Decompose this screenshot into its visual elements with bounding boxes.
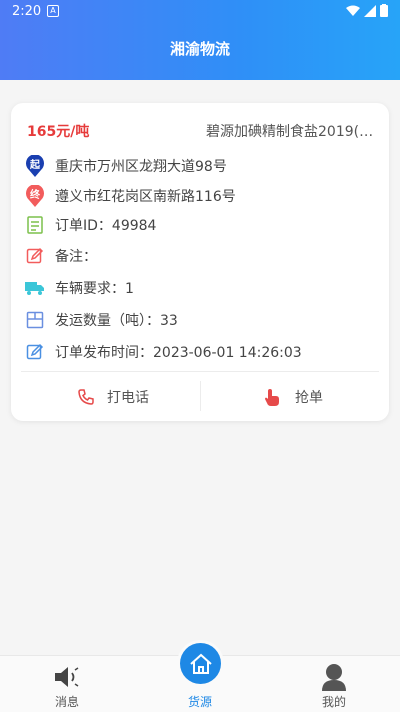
signal-icon <box>364 4 376 17</box>
edit-note-icon <box>25 342 45 362</box>
grab-order-button[interactable]: 抢单 <box>263 385 323 409</box>
phone-icon <box>78 389 94 405</box>
edit-icon <box>25 246 45 266</box>
shipping-quantity: 发运数量（吨）：33 <box>55 313 178 329</box>
card-divider <box>21 371 379 372</box>
call-button[interactable]: 打电话 <box>77 385 149 409</box>
nav-mine[interactable]: 我的 <box>294 656 374 712</box>
vehicle-row: 车辆要求：1 <box>25 276 134 300</box>
action-divider <box>200 381 201 411</box>
nav-mine-label: 我的 <box>321 695 346 709</box>
nav-messages-label: 消息 <box>54 695 79 709</box>
wifi-icon <box>346 5 360 16</box>
user-icon <box>322 664 346 691</box>
home-icon-circle <box>180 643 221 684</box>
tap-icon <box>265 389 279 406</box>
remark: 备注： <box>55 249 97 265</box>
origin-pin-icon: 起 <box>25 155 45 177</box>
destination-row: 终 遵义市红花岗区南新路116号 <box>25 184 236 208</box>
origin-row: 起 重庆市万州区龙翔大道98号 <box>25 154 227 178</box>
home-icon <box>189 653 212 674</box>
publish-time-row: 订单发布时间：2023-06-01 14:26:03 <box>25 340 302 364</box>
order-card[interactable]: 165元/吨 碧源加碘精制食盐2019(… 起 重庆市万州区龙翔大道98号 终 … <box>11 103 389 421</box>
speaker-icon <box>55 667 79 687</box>
publish-time: 订单发布时间：2023-06-01 14:26:03 <box>55 345 302 361</box>
nav-messages[interactable]: 消息 <box>27 656 107 712</box>
page-title: 湘渝物流 <box>169 40 230 58</box>
destination-pin-icon: 终 <box>25 185 45 207</box>
call-label: 打电话 <box>107 390 149 406</box>
remark-row: 备注： <box>25 244 97 268</box>
svg-text:起: 起 <box>29 158 41 171</box>
quantity-row: 发运数量（吨）：33 <box>25 308 178 332</box>
document-icon <box>25 215 45 235</box>
vehicle-requirement: 车辆要求：1 <box>55 281 134 297</box>
order-id: 订单ID：49984 <box>55 218 157 234</box>
status-bar: 2:20 A <box>0 0 400 24</box>
app-header: 2:20 A 湘渝物流 <box>0 0 400 80</box>
notification-icon: A <box>47 5 59 17</box>
grab-label: 抢单 <box>295 390 323 406</box>
order-id-row: 订单ID：49984 <box>25 213 156 237</box>
nav-cargo-label: 货源 <box>187 695 212 709</box>
truck-icon <box>25 278 45 298</box>
svg-text:终: 终 <box>30 188 41 201</box>
package-icon <box>25 310 45 330</box>
bottom-nav: 消息 货源 我的 <box>0 643 400 712</box>
product-name: 碧源加碘精制食盐2019(… <box>206 124 374 140</box>
price-label: 165元/吨 <box>27 124 90 140</box>
battery-icon <box>380 4 388 17</box>
origin-address: 重庆市万州区龙翔大道98号 <box>55 159 227 175</box>
destination-address: 遵义市红花岗区南新路116号 <box>55 189 236 205</box>
status-indicators <box>346 4 388 17</box>
nav-cargo[interactable]: 货源 <box>160 643 240 712</box>
status-time: 2:20 <box>12 4 42 19</box>
